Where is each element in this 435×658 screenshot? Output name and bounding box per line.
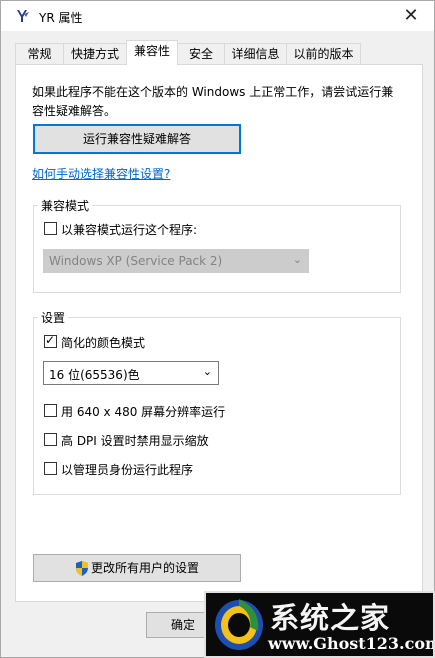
close-icon: ✕ [403,5,419,26]
color-depth-value: 16 位(65536)色 [49,368,140,382]
manual-settings-link[interactable]: 如何手动选择兼容性设置? [32,165,170,182]
res-640-label: 用 640 x 480 屏幕分辨率运行 [61,405,226,419]
reduced-color-checkbox[interactable]: ✓ [44,333,57,348]
change-all-users-button[interactable]: 更改所有用户的设置 [33,554,241,582]
compatibility-panel: 如果此程序不能在这个版本的 Windows 上正常工作，请尝试运行兼 容性疑难解… [15,64,423,602]
os-version-select[interactable]: Windows XP (Service Pack 2) ⌄ [43,249,309,273]
settings-label: 设置 [41,311,66,325]
intro-line-2: 容性疑难解答。 [32,104,117,118]
close-button[interactable]: ✕ [388,1,434,31]
window-title: YR 属性 [39,11,83,25]
tab-details[interactable]: 详细信息 [224,43,287,65]
run-as-admin-checkbox[interactable] [44,462,57,475]
tab-compatibility[interactable]: 兼容性 [126,40,178,65]
change-all-users-label: 更改所有用户的设置 [90,561,199,575]
run-as-admin-label: 以管理员身份运行此程序 [61,463,194,477]
app-icon [17,10,29,22]
color-depth-select[interactable]: 16 位(65536)色 ⌄ [43,361,219,385]
compat-mode-group: 兼容模式 [33,197,401,293]
title-bar: YR 属性 ✕ [1,1,434,31]
checkmark-icon: ✓ [45,333,56,347]
compat-mode-checkbox-label: 以兼容模式运行这个程序: [61,223,198,237]
watermark-logo: 系统之家 www.Ghost123.com [204,591,435,658]
high-dpi-checkbox[interactable] [44,433,57,446]
compat-mode-label: 兼容模式 [41,199,90,213]
tab-previous-versions[interactable]: 以前的版本 [286,43,361,65]
run-troubleshooter-button[interactable]: 运行兼容性疑难解答 [33,124,241,154]
high-dpi-label: 高 DPI 设置时禁用显示缩放 [61,434,209,448]
intro-line-1: 如果此程序不能在这个版本的 Windows 上正常工作，请尝试运行兼 [32,85,394,99]
reduced-color-label: 简化的颜色模式 [61,336,146,350]
properties-window: YR 属性 ✕ 常规 快捷方式 兼容性 安全 详细信息 以前的版本 如果此程序不… [0,0,435,658]
ghost-logo-icon [215,599,263,650]
chevron-down-icon: ⌄ [202,365,212,378]
compat-mode-checkbox[interactable] [44,222,57,235]
res-640-checkbox[interactable] [44,404,57,417]
tab-security[interactable]: 安全 [177,43,225,65]
watermark-url: www.Ghost123.com [268,634,435,653]
chevron-down-icon: ⌄ [292,253,302,266]
intro-text: 如果此程序不能在这个版本的 Windows 上正常工作，请尝试运行兼 容性疑难解… [32,83,412,121]
tab-shortcut[interactable]: 快捷方式 [63,43,127,65]
uac-shield-icon [75,561,88,576]
os-version-value: Windows XP (Service Pack 2) [49,254,223,268]
watermark-title: 系统之家 [270,601,391,635]
tab-general[interactable]: 常规 [15,43,64,65]
